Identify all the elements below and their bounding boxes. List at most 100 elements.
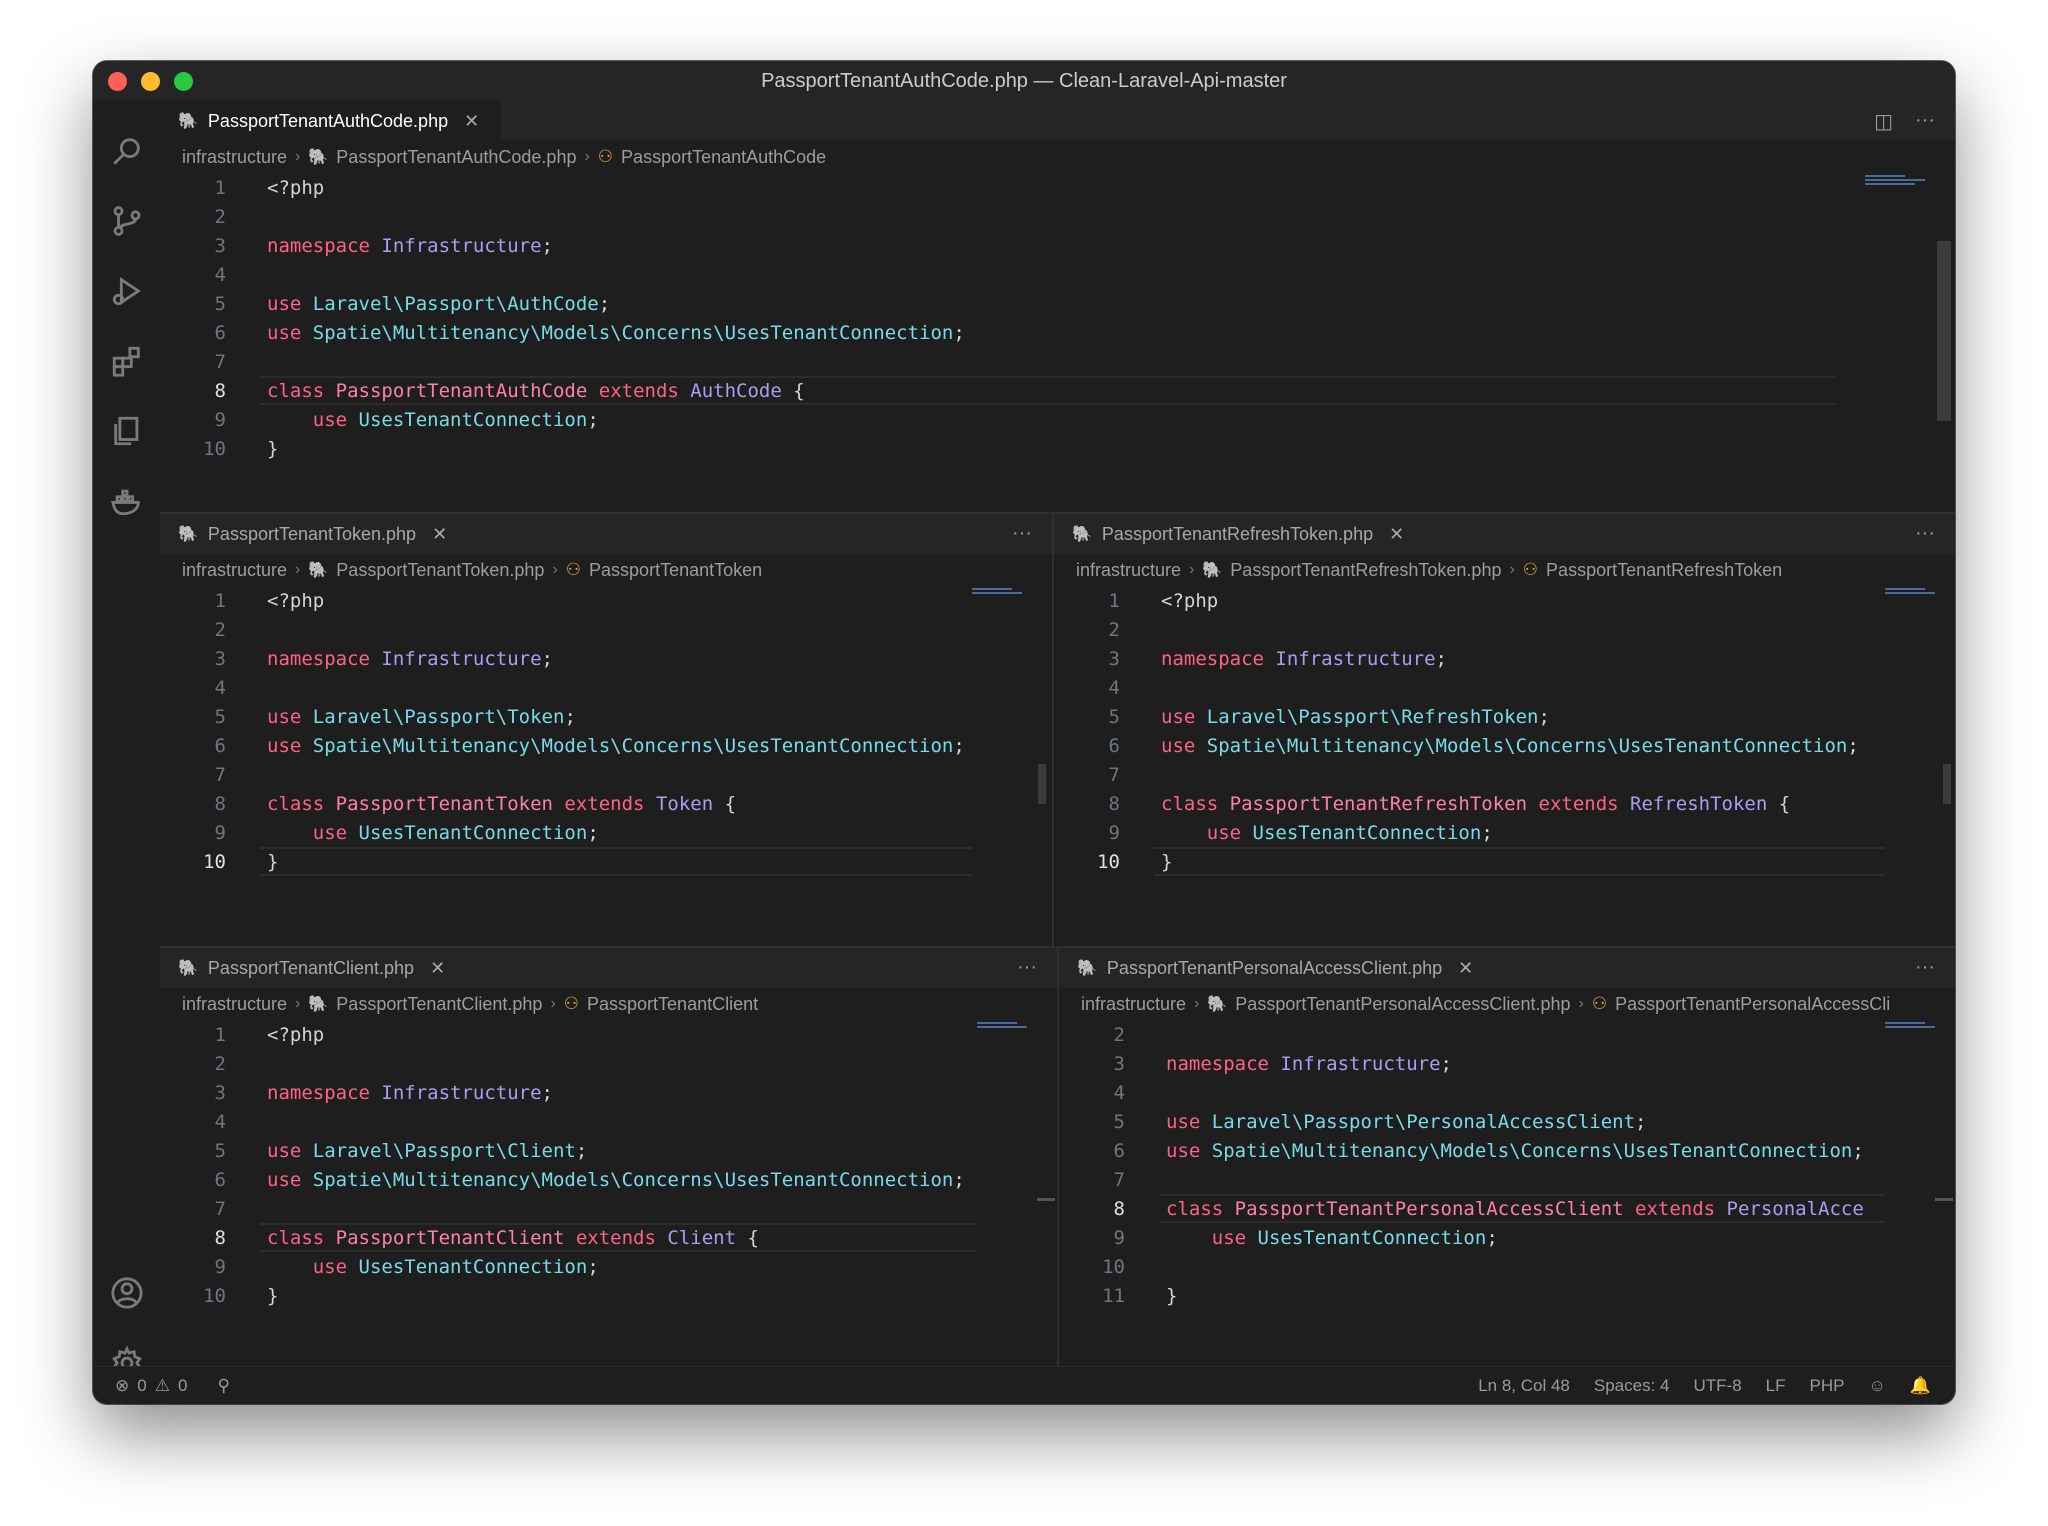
code-line[interactable]: 3 namespace Infrastructure; [160, 1078, 977, 1107]
tab-passport-tenant-auth-code[interactable]: 🐘 PassportTenantAuthCode.php ✕ [160, 101, 502, 141]
encoding[interactable]: UTF-8 [1693, 1376, 1741, 1396]
code-line[interactable]: 2 [160, 202, 1835, 231]
code-line[interactable]: 8 class PassportTenantRefreshToken extend… [1054, 789, 1885, 818]
code-line[interactable]: 1 <?php [1054, 586, 1885, 615]
code-line[interactable]: 4 [1054, 673, 1885, 702]
code-line[interactable]: 8 class PassportTenantToken extends Token… [160, 789, 972, 818]
code-editor[interactable]: 2 3 namespace Infrastructure; 4 5 use Laravel… [1059, 1020, 1885, 1310]
minimap[interactable] [1865, 173, 1935, 193]
code-line[interactable]: 5 use Laravel\Passport\Token; [160, 702, 972, 731]
code-line[interactable]: 9 use UsesTenantConnection; [160, 1252, 977, 1281]
docker-icon[interactable] [107, 481, 147, 521]
breadcrumb-file[interactable]: PassportTenantClient.php [336, 994, 542, 1015]
tab-passport-tenant-client[interactable]: 🐘 PassportTenantClient.php ✕ [160, 948, 468, 988]
code-line[interactable]: 6 use Spatie\Multitenancy\Models\Concerns… [160, 318, 1835, 347]
code-line[interactable]: 9 use UsesTenantConnection; [160, 405, 1835, 434]
git-branch-icon[interactable]: ⚲ [217, 1376, 229, 1396]
indentation[interactable]: Spaces: 4 [1594, 1376, 1670, 1396]
code-line[interactable]: 8 class PassportTenantPersonalAccessClien… [1059, 1194, 1885, 1223]
warning-count[interactable]: 0 [178, 1376, 187, 1396]
close-window-button[interactable] [108, 72, 127, 91]
breadcrumb-folder[interactable]: infrastructure [1076, 560, 1181, 581]
code-editor[interactable]: 1 <?php 2 3 namespace Infrastructure; 4 5 use L… [160, 173, 1835, 463]
code-line[interactable]: 10} [160, 1281, 977, 1310]
code-line[interactable]: 4 [160, 673, 972, 702]
editor-pane-refresh-token[interactable]: 🐘 PassportTenantRefreshToken.php ✕ ··· i… [1054, 514, 1955, 946]
warning-icon[interactable]: ⚠ [155, 1376, 170, 1396]
code-line[interactable]: 11} [1059, 1281, 1885, 1310]
extensions-icon[interactable] [107, 341, 147, 381]
minimap[interactable] [972, 586, 1022, 606]
breadcrumb-folder[interactable]: infrastructure [182, 560, 287, 581]
scrollbar[interactable] [1935, 1198, 1953, 1201]
scrollbar[interactable] [1037, 1198, 1055, 1201]
code-line[interactable]: 5 use Laravel\Passport\PersonalAccessClie… [1059, 1107, 1885, 1136]
code-line[interactable]: 7 [1054, 760, 1885, 789]
code-editor[interactable]: 1 <?php 2 3 namespace Infrastructure; 4 5 use L… [160, 1020, 977, 1310]
code-line[interactable]: 4 [160, 1107, 977, 1136]
error-count[interactable]: 0 [137, 1376, 146, 1396]
code-line[interactable]: 9 use UsesTenantConnection; [1059, 1223, 1885, 1252]
editor-pane-token[interactable]: 🐘 PassportTenantToken.php ✕ ··· infrastr… [160, 514, 1052, 946]
error-icon[interactable]: ⊗ [115, 1376, 129, 1396]
code-line[interactable]: 10} [1054, 847, 1885, 876]
breadcrumb-folder[interactable]: infrastructure [182, 147, 287, 168]
code-line[interactable]: 5 use Laravel\Passport\RefreshToken; [1054, 702, 1885, 731]
minimap[interactable] [1885, 1020, 1935, 1040]
code-line[interactable]: 2 [1054, 615, 1885, 644]
language-mode[interactable]: PHP [1810, 1376, 1845, 1396]
scrollbar[interactable] [1038, 764, 1046, 804]
breadcrumb-file[interactable]: PassportTenantPersonalAccessClient.php [1235, 994, 1570, 1015]
code-line[interactable]: 2 [160, 1049, 977, 1078]
code-line[interactable]: 2 [160, 615, 972, 644]
scrollbar[interactable] [1937, 241, 1951, 421]
scrollbar[interactable] [1943, 764, 1951, 804]
tab-passport-tenant-token[interactable]: 🐘 PassportTenantToken.php ✕ [160, 514, 470, 554]
explorer-icon[interactable] [107, 411, 147, 451]
code-line[interactable]: 9 use UsesTenantConnection; [160, 818, 972, 847]
close-icon[interactable]: ✕ [430, 958, 445, 979]
cursor-position[interactable]: Ln 8, Col 48 [1478, 1376, 1570, 1396]
more-actions-icon[interactable]: ··· [1915, 956, 1935, 979]
search-icon[interactable] [107, 131, 147, 171]
split-editor-icon[interactable]: ◫ [1874, 109, 1893, 134]
code-line[interactable]: 4 [160, 260, 1835, 289]
breadcrumb-file[interactable]: PassportTenantRefreshToken.php [1230, 560, 1501, 581]
close-icon[interactable]: ✕ [1458, 958, 1473, 979]
more-actions-icon[interactable]: ··· [1915, 522, 1935, 545]
more-actions-icon[interactable]: ··· [1915, 109, 1935, 134]
code-line[interactable]: 10 [1059, 1252, 1885, 1281]
code-line[interactable]: 3 namespace Infrastructure; [160, 644, 972, 673]
zoom-window-button[interactable] [174, 72, 193, 91]
code-line[interactable]: 6 use Spatie\Multitenancy\Models\Concerns… [160, 1165, 977, 1194]
code-line[interactable]: 7 [160, 347, 1835, 376]
minimap[interactable] [1885, 586, 1935, 606]
code-line[interactable]: 6 use Spatie\Multitenancy\Models\Concerns… [160, 731, 972, 760]
code-line[interactable]: 2 [1059, 1020, 1885, 1049]
more-actions-icon[interactable]: ··· [1012, 522, 1032, 545]
account-icon[interactable] [107, 1273, 147, 1313]
code-line[interactable]: 3 namespace Infrastructure; [1059, 1049, 1885, 1078]
code-line[interactable]: 10} [160, 434, 1835, 463]
source-control-icon[interactable] [107, 201, 147, 241]
code-line[interactable]: 7 [1059, 1165, 1885, 1194]
run-debug-icon[interactable] [107, 271, 147, 311]
close-icon[interactable]: ✕ [432, 524, 447, 545]
breadcrumb-folder[interactable]: infrastructure [182, 994, 287, 1015]
code-line[interactable]: 6 use Spatie\Multitenancy\Models\Concerns… [1059, 1136, 1885, 1165]
close-icon[interactable]: ✕ [464, 111, 479, 132]
code-line[interactable]: 9 use UsesTenantConnection; [1054, 818, 1885, 847]
editor-pane-client[interactable]: 🐘 PassportTenantClient.php ✕ ··· infrast… [160, 948, 1057, 1366]
breadcrumb-file[interactable]: PassportTenantToken.php [336, 560, 544, 581]
code-line[interactable]: 10} [160, 847, 972, 876]
breadcrumb-file[interactable]: PassportTenantAuthCode.php [336, 147, 576, 168]
feedback-icon[interactable]: ☺ [1868, 1376, 1885, 1396]
code-line[interactable]: 8 class PassportTenantClient extends Clie… [160, 1223, 977, 1252]
code-line[interactable]: 1 <?php [160, 1020, 977, 1049]
code-line[interactable]: 3 namespace Infrastructure; [160, 231, 1835, 260]
close-icon[interactable]: ✕ [1389, 524, 1404, 545]
tab-passport-tenant-personal-access-client[interactable]: 🐘 PassportTenantPersonalAccessClient.php… [1059, 948, 1496, 988]
minimap[interactable] [977, 1020, 1027, 1040]
minimize-window-button[interactable] [141, 72, 160, 91]
code-line[interactable]: 5 use Laravel\Passport\AuthCode; [160, 289, 1835, 318]
